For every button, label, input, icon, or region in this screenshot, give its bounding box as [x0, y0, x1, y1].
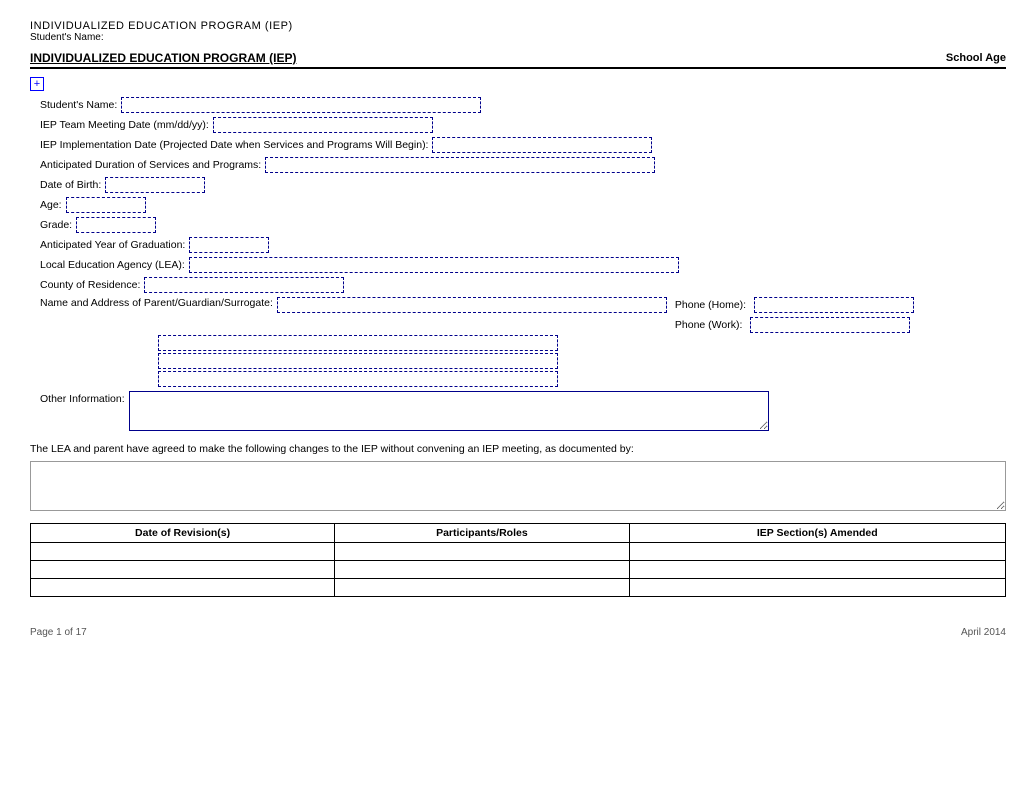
school-age-label: School Age: [946, 52, 1006, 64]
phone-home-group: Phone (Home):: [675, 297, 914, 313]
col-iep-sections-amended: IEP Section(s) Amended: [629, 524, 1005, 543]
county-input[interactable]: [144, 277, 344, 293]
county-label: County of Residence:: [40, 279, 140, 291]
lea-input[interactable]: [189, 257, 679, 273]
table-row: [31, 579, 1006, 597]
doc-header-subtitle: Student's Name:: [30, 32, 1006, 43]
dob-input[interactable]: [105, 177, 205, 193]
doc-header-title: INDIVIDUALIZED EDUCATION PROGRAM (IEP): [30, 20, 1006, 32]
iep-impl-row: IEP Implementation Date (Projected Date …: [40, 137, 996, 153]
page-footer: Page 1 of 17 April 2014: [30, 627, 1006, 638]
col-date-of-revisions: Date of Revision(s): [31, 524, 335, 543]
name-address-label: Name and Address of Parent/Guardian/Surr…: [40, 297, 273, 309]
name-address-row: Name and Address of Parent/Guardian/Surr…: [40, 297, 996, 333]
dob-row: Date of Birth:: [40, 177, 996, 193]
lea-changes-textarea[interactable]: [30, 461, 1006, 511]
other-info-label: Other Information:: [40, 393, 125, 405]
dob-label: Date of Birth:: [40, 179, 101, 191]
phone-home-input[interactable]: [754, 297, 914, 313]
iep-section-title: INDIVIDUALIZED EDUCATION PROGRAM (IEP): [30, 51, 296, 65]
grad-year-input[interactable]: [189, 237, 269, 253]
student-name-label: Student's Name:: [40, 99, 117, 111]
anticipated-duration-input[interactable]: [265, 157, 655, 173]
anticipated-duration-row: Anticipated Duration of Services and Pro…: [40, 157, 996, 173]
team-meeting-input[interactable]: [213, 117, 433, 133]
team-meeting-row: IEP Team Meeting Date (mm/dd/yy):: [40, 117, 996, 133]
col-participants-roles: Participants/Roles: [335, 524, 629, 543]
phone-work-group: Phone (Work):: [675, 317, 914, 333]
expand-button[interactable]: +: [30, 77, 44, 91]
county-row: County of Residence:: [40, 277, 996, 293]
table-row: [31, 561, 1006, 579]
page-number: Page 1 of 17: [30, 627, 87, 638]
iep-impl-input[interactable]: [432, 137, 652, 153]
other-info-row: Other Information:: [40, 391, 996, 431]
footer-date: April 2014: [961, 627, 1006, 638]
iep-impl-label: IEP Implementation Date (Projected Date …: [40, 139, 428, 151]
address-line-2-input[interactable]: [158, 335, 558, 351]
form-area: Student's Name: IEP Team Meeting Date (m…: [30, 97, 1006, 431]
address-line-3-input[interactable]: [158, 353, 558, 369]
lea-row: Local Education Agency (LEA):: [40, 257, 996, 273]
doc-header: INDIVIDUALIZED EDUCATION PROGRAM (IEP) S…: [30, 20, 1006, 43]
address-main-input[interactable]: [277, 297, 667, 313]
phone-home-label: Phone (Home):: [675, 299, 746, 311]
address-lines: [158, 335, 996, 387]
other-info-input[interactable]: [129, 391, 769, 431]
phone-work-label: Phone (Work):: [675, 319, 743, 331]
table-row: [31, 543, 1006, 561]
lea-statement: The LEA and parent have agreed to make t…: [30, 443, 1006, 455]
student-name-input[interactable]: [121, 97, 481, 113]
anticipated-duration-label: Anticipated Duration of Services and Pro…: [40, 159, 261, 171]
age-label: Age:: [40, 199, 62, 211]
phone-work-input[interactable]: [750, 317, 910, 333]
grad-year-row: Anticipated Year of Graduation:: [40, 237, 996, 253]
team-meeting-label: IEP Team Meeting Date (mm/dd/yy):: [40, 119, 209, 131]
grade-input[interactable]: [76, 217, 156, 233]
revision-table: Date of Revision(s) Participants/Roles I…: [30, 523, 1006, 597]
grade-row: Grade:: [40, 217, 996, 233]
address-line-4-input[interactable]: [158, 371, 558, 387]
lea-label: Local Education Agency (LEA):: [40, 259, 185, 271]
revision-table-header-row: Date of Revision(s) Participants/Roles I…: [31, 524, 1006, 543]
age-input[interactable]: [66, 197, 146, 213]
age-row: Age:: [40, 197, 996, 213]
grad-year-label: Anticipated Year of Graduation:: [40, 239, 185, 251]
section-header: INDIVIDUALIZED EDUCATION PROGRAM (IEP) S…: [30, 51, 1006, 69]
grade-label: Grade:: [40, 219, 72, 231]
student-name-row: Student's Name:: [40, 97, 996, 113]
